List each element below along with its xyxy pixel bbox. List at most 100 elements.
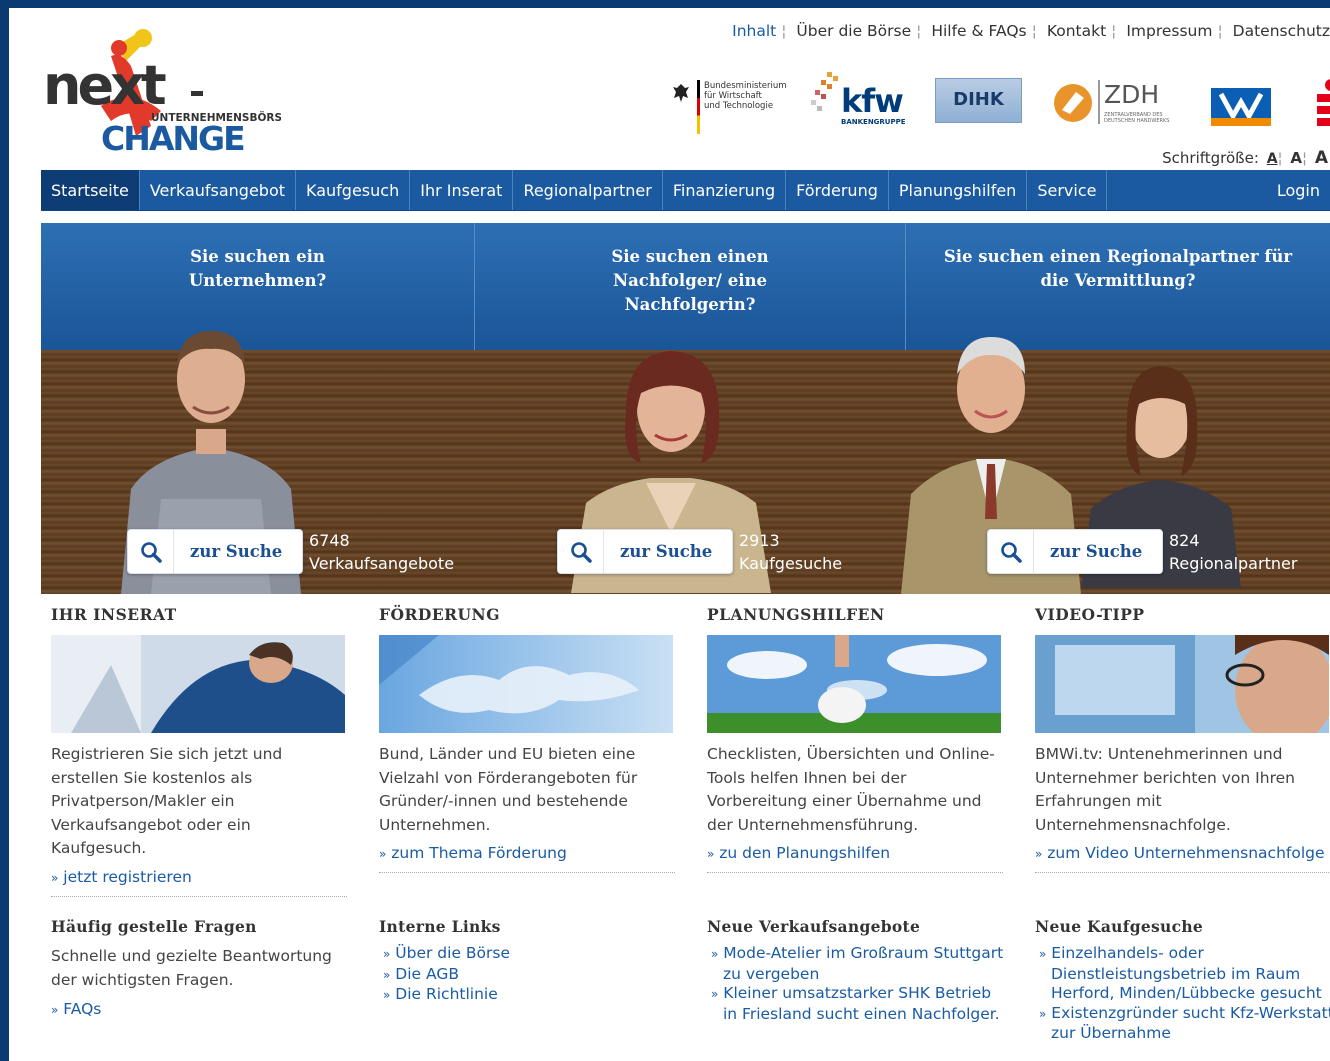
toplink-kontakt[interactable]: Kontakt [1047, 22, 1106, 40]
kfw-subtext: BANKENGRUPPE [841, 118, 906, 126]
zdh-emblem-icon [1054, 84, 1092, 122]
teaser-foerderung: FÖRDERUNG Bund, Länder und EU bieten ein… [379, 605, 675, 873]
count-number: 2913 [739, 531, 780, 550]
search-button-verkaufsangebote[interactable]: zur Suche [127, 529, 304, 574]
new-requests-title: Neue Kaufgesuche [1035, 917, 1204, 936]
divider [51, 895, 347, 897]
search-button-kaufgesuche[interactable]: zur Suche [557, 529, 734, 574]
teaser-ihr-inserat: IHR INSERAT Registrieren Sie sich jetzt … [51, 605, 347, 897]
teaser-image-europe-map[interactable] [379, 635, 673, 733]
sparkasse-logo[interactable] [1309, 78, 1330, 128]
teaser-text: Registrieren Sie sich jetzt und erstelle… [51, 745, 283, 857]
new-offers-title: Neue Verkaufsangebote [707, 917, 921, 936]
hero-col-nachfolger: Sie suchen einen Nachfolger/ eine Nachfo… [475, 223, 906, 350]
nav-foerderung[interactable]: Förderung [786, 170, 889, 210]
sponsor-logos: Bundesministerium für Wirtschaft und Tec… [669, 70, 1330, 140]
teaser-text: Checklisten, Übersichten und Online-Tool… [707, 745, 995, 834]
font-size-switcher: Schriftgröße: A¦ A¦ A [1162, 148, 1328, 168]
faq-title: Häufig gestelle Fragen [51, 917, 257, 936]
top-links: Inhalt ¦ Über die Börse ¦ Hilfe & FAQs ¦ Ko… [732, 22, 1330, 40]
zdh-logo[interactable]: ZDH ZENTRALVERBAND DES DEUTSCHEN HANDWER… [1052, 80, 1182, 128]
divider [1035, 872, 1330, 873]
volksbank-logo[interactable] [1211, 80, 1271, 126]
toplink-datenschutz[interactable]: Datenschutz [1233, 22, 1330, 40]
bmwi-line2: für Wirtschaft [704, 91, 762, 101]
font-size-small[interactable]: A [1267, 151, 1278, 167]
search-icon [128, 530, 174, 573]
link-thema-foerderung[interactable]: » zum Thema Förderung [379, 843, 675, 864]
teaser-title: PLANUNGSHILFEN [707, 605, 885, 624]
nav-regionalpartner[interactable]: Regionalpartner [513, 170, 663, 210]
nav-ihr-inserat[interactable]: Ihr Inserat [410, 170, 514, 210]
kfw-text: kfw [841, 82, 904, 120]
logo-word-bottom: CHANGE [101, 119, 244, 151]
zdh-subtext: ZENTRALVERBAND DES DEUTSCHEN HANDWERKS [1104, 112, 1170, 124]
nav-finanzierung[interactable]: Finanzierung [663, 170, 787, 210]
search-button-label: zur Suche [1050, 542, 1143, 561]
logo-word-top: next [43, 54, 166, 117]
count-number: 824 [1169, 531, 1200, 550]
kfw-squares-icon [811, 72, 838, 111]
new-offer-item[interactable]: » Mode-Atelier im Großraum Stuttgart zu … [707, 944, 1007, 984]
internal-link-item[interactable]: » Die AGB [379, 965, 679, 986]
faq-section: Häufig gestelle Fragen Schnelle und gezi… [51, 917, 351, 1018]
toplink-hilfe[interactable]: Hilfe & FAQs [931, 22, 1026, 40]
teaser-title: IHR INSERAT [51, 605, 177, 624]
teaser-text: BMWi.tv: Untenehmerinnen und Unternehmer… [1035, 745, 1295, 834]
count-number: 6748 [309, 531, 350, 550]
toplink-inhalt[interactable]: Inhalt [732, 22, 776, 40]
teaser-image-business-person[interactable] [51, 635, 345, 733]
link-jetzt-registrieren[interactable]: » jetzt registrieren [51, 867, 347, 888]
link-planungshilfen[interactable]: » zu den Planungshilfen [707, 843, 1003, 864]
internal-link-item[interactable]: » Über die Börse [379, 944, 679, 965]
bmwi-line1: Bundesministerium [704, 81, 787, 91]
search-icon [988, 530, 1034, 573]
count-kaufgesuche: 2913 Kaufgesuche [739, 529, 842, 575]
new-offer-item[interactable]: » Kleiner umsatzstarker SHK Betrieb in F… [707, 984, 1007, 1024]
count-verkaufsangebote: 6748 Verkaufsangebote [309, 529, 454, 575]
eagle-icon [673, 84, 689, 102]
new-request-item[interactable]: » Existenzgründer sucht Kfz-Werkstatt zu… [1035, 1004, 1330, 1044]
font-size-large[interactable]: A [1315, 148, 1328, 168]
search-icon [558, 530, 604, 573]
internal-links-title: Interne Links [379, 917, 501, 936]
nav-login[interactable]: Login [1267, 170, 1330, 210]
nav-verkaufsangebot[interactable]: Verkaufsangebot [140, 170, 297, 210]
search-button-regionalpartner[interactable]: zur Suche [987, 529, 1164, 574]
teaser-image-piggy-bank[interactable] [707, 635, 1001, 733]
search-button-label: zur Suche [190, 542, 283, 561]
teaser-title: VIDEO-TIPP [1035, 605, 1145, 624]
nav-service[interactable]: Service [1027, 170, 1108, 210]
nexxt-change-logo[interactable]: next UNTERNEHMENSBÖRSE CHANGE [41, 26, 289, 158]
page: next UNTERNEHMENSBÖRSE CHANGE Inhalt ¦ Üb… [9, 8, 1330, 1061]
hero-question-3: Sie suchen einen Regionalpartner für die… [943, 247, 1293, 290]
hero-question-2: Sie suchen einen Nachfolger/ eine Nachfo… [611, 247, 769, 314]
link-faqs[interactable]: » FAQs [51, 1000, 351, 1018]
internal-link-item[interactable]: » Die Richtlinie [379, 985, 679, 1006]
bmwi-line3: und Technologie [704, 101, 774, 111]
kfw-logo[interactable]: kfw BANKENGRUPPE [809, 70, 909, 130]
toplink-ueber-boerse[interactable]: Über die Börse [796, 22, 911, 40]
teaser-image-video[interactable] [1035, 635, 1329, 733]
hero-banner: Sie suchen ein Unternehmen? Sie suchen e… [41, 223, 1330, 594]
teaser-video-tipp: VIDEO-TIPP BMWi.tv: Untenehmerinnen und … [1035, 605, 1330, 873]
new-offers-section: Neue Verkaufsangebote » Mode-Atelier im … [707, 917, 1007, 1024]
dihk-text: DIHK [953, 89, 1004, 110]
faq-text: Schnelle und gezielte Beantwortung der w… [51, 947, 332, 989]
divider [707, 872, 1003, 873]
link-video-unternehmensnachfolge[interactable]: » zum Video Unternehmensnachfolge [1035, 843, 1330, 864]
hero-question-1: Sie suchen ein Unternehmen? [188, 247, 327, 290]
font-size-medium[interactable]: A [1290, 149, 1302, 167]
bmwi-logo[interactable]: Bundesministerium für Wirtschaft und Tec… [671, 80, 787, 136]
font-size-label: Schriftgröße: [1162, 149, 1259, 167]
teaser-text: Bund, Länder und EU bieten eine Vielzahl… [379, 745, 638, 834]
nav-planungshilfen[interactable]: Planungshilfen [889, 170, 1028, 210]
new-request-item[interactable]: » Einzelhandels- oder Dienstleistungsbet… [1035, 944, 1330, 1004]
nav-startseite[interactable]: Startseite [41, 170, 140, 210]
dihk-logo[interactable]: DIHK [935, 78, 1022, 123]
toplink-impressum[interactable]: Impressum [1126, 22, 1212, 40]
nav-kaufgesuch[interactable]: Kaufgesuch [296, 170, 411, 210]
main-nav: Startseite Verkaufsangebot Kaufgesuch Ih… [41, 170, 1330, 211]
count-label: Regionalpartner [1169, 554, 1298, 573]
new-requests-section: Neue Kaufgesuche » Einzelhandels- oder D… [1035, 917, 1330, 1044]
